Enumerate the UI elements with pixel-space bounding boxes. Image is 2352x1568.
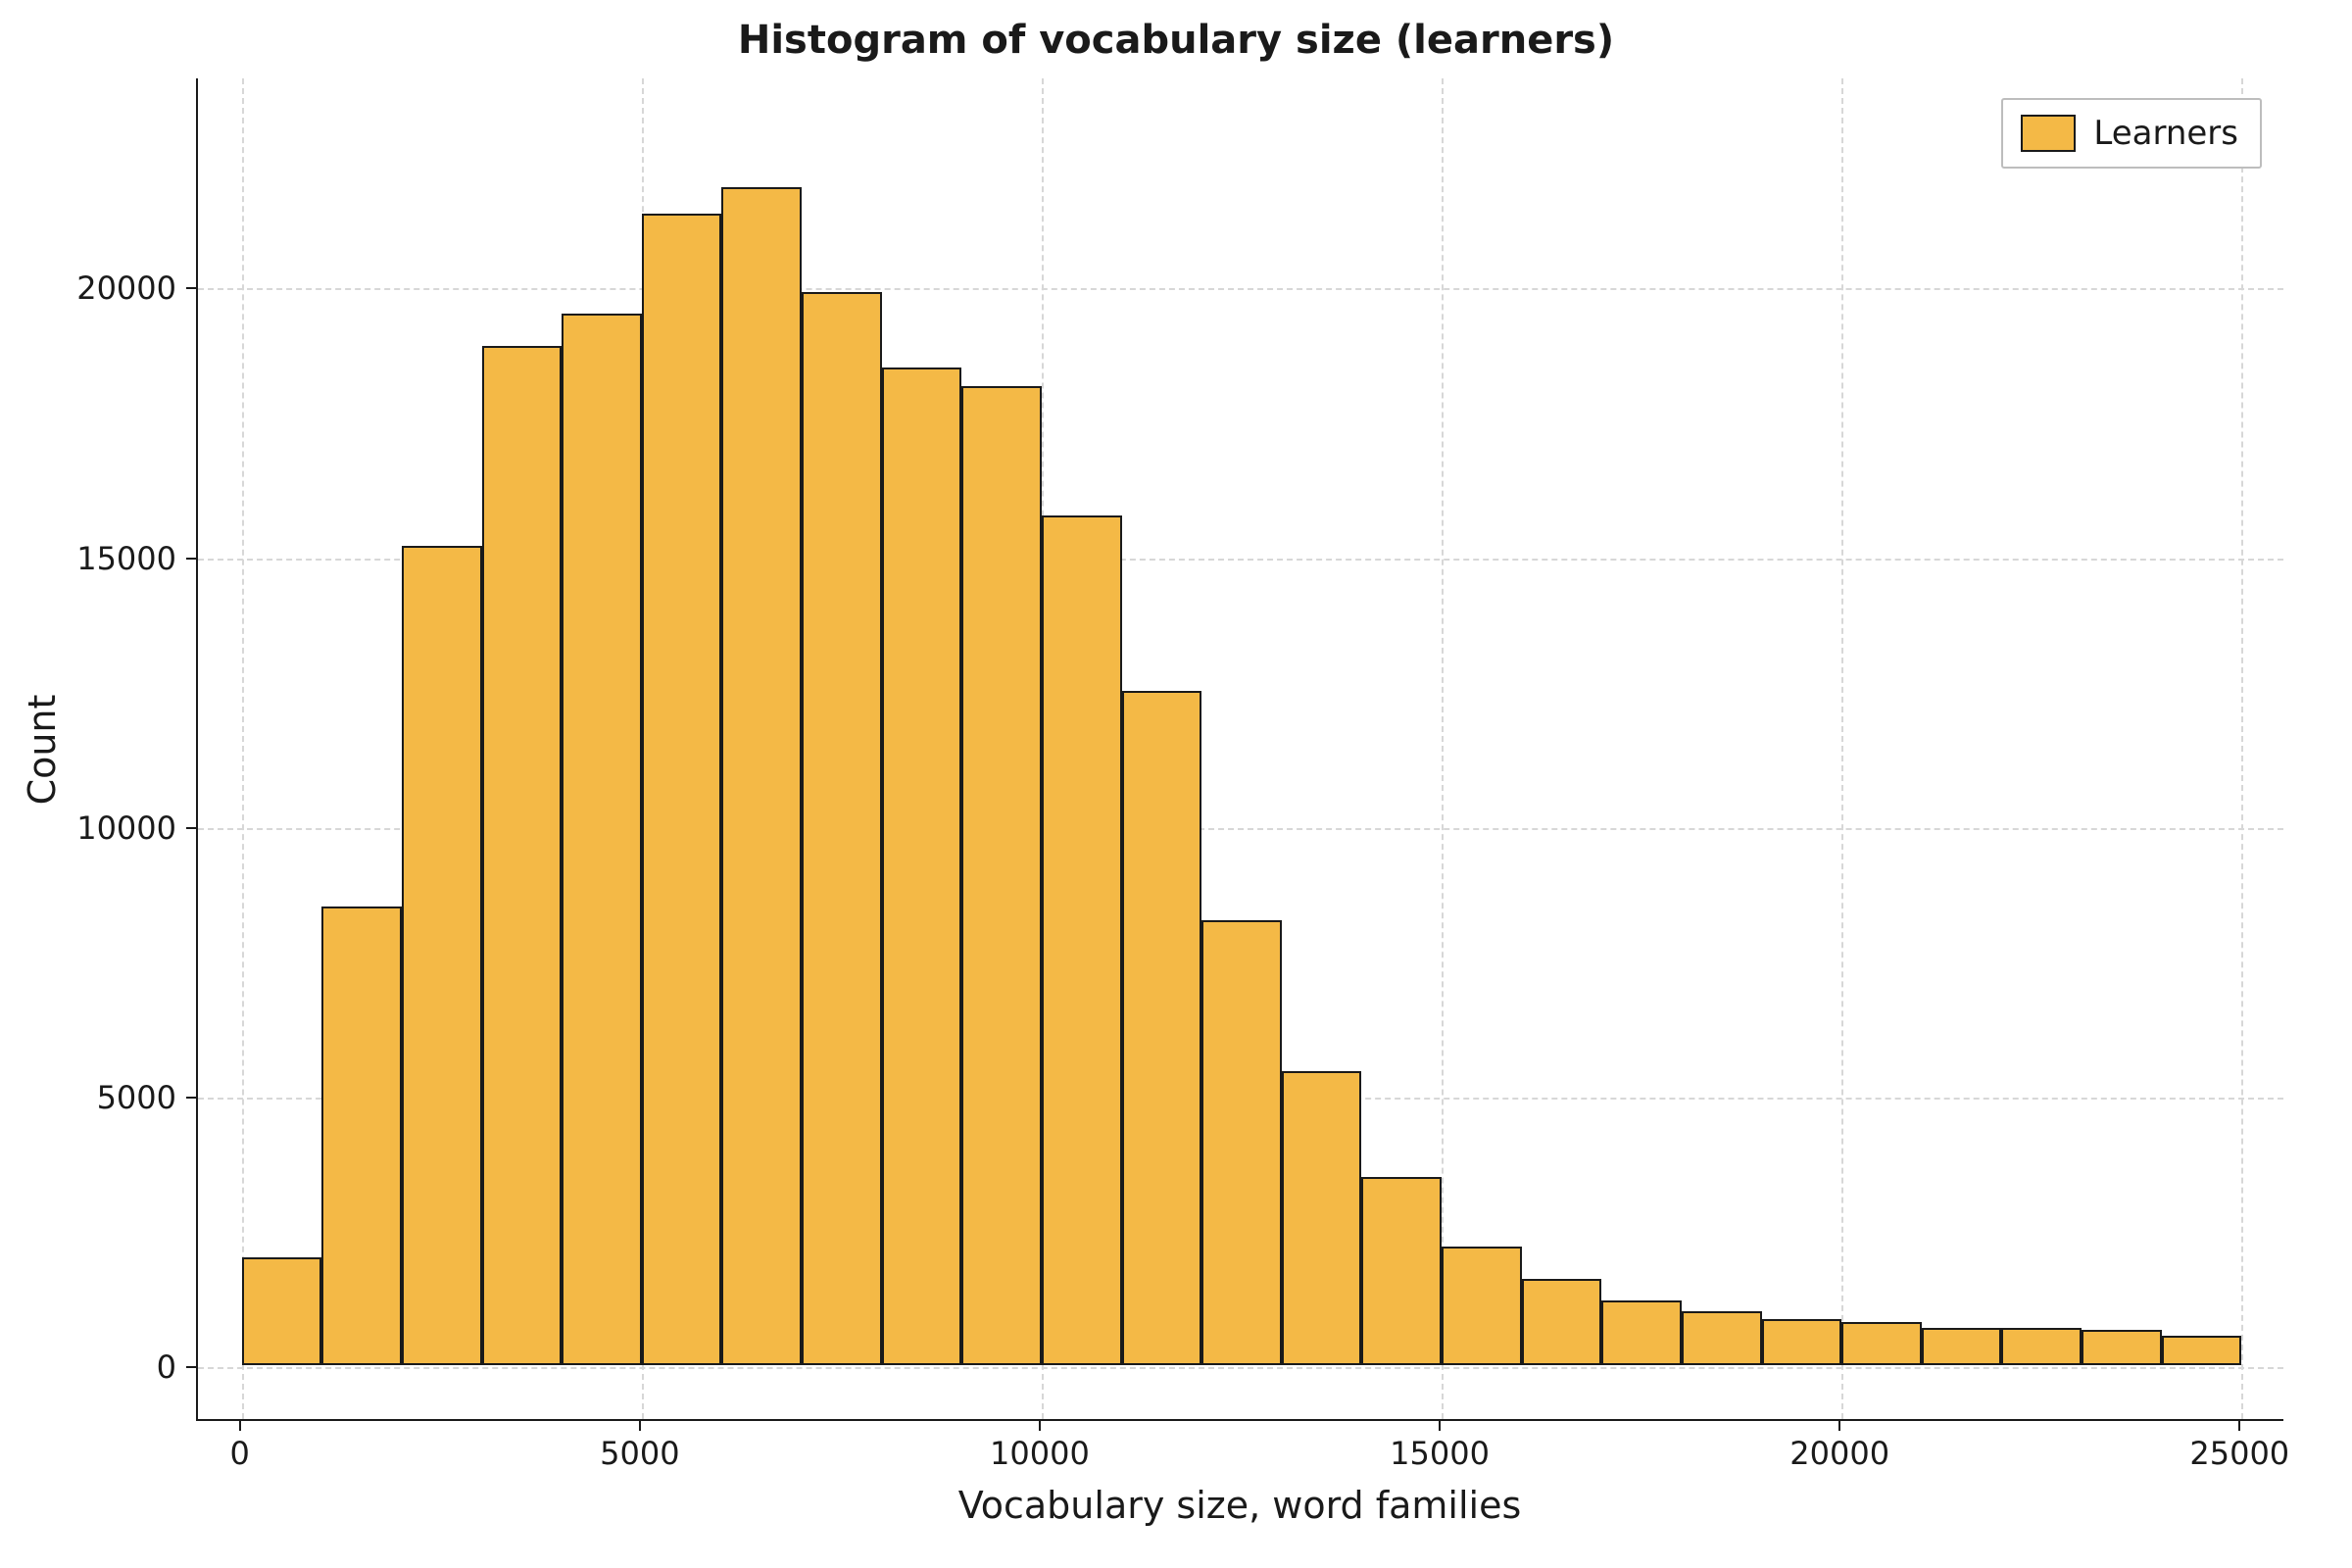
histogram-bar (2162, 1336, 2242, 1365)
histogram-bar (961, 386, 1042, 1365)
histogram-bar (1841, 1322, 1922, 1365)
chart-figure: Histogram of vocabulary size (learners) … (0, 0, 2352, 1568)
x-tick (1838, 1421, 1840, 1431)
y-tick-label: 15000 (69, 540, 176, 577)
histogram-bar (482, 346, 563, 1365)
histogram-bar (2001, 1328, 2082, 1366)
histogram-bar (242, 1257, 322, 1365)
histogram-bar (1042, 515, 1122, 1365)
histogram-bar (802, 292, 882, 1365)
gridline-v (1841, 78, 1843, 1419)
legend-swatch (2021, 115, 2076, 152)
gridline-h (198, 1367, 2283, 1369)
histogram-bar (1762, 1319, 1842, 1365)
histogram-bar (1361, 1177, 1442, 1366)
x-tick (1039, 1421, 1041, 1431)
x-tick (2238, 1421, 2240, 1431)
histogram-bar (321, 906, 402, 1365)
histogram-bar (1601, 1300, 1682, 1365)
histogram-bar (1442, 1247, 1522, 1365)
histogram-bar (2082, 1330, 2162, 1365)
legend-label: Learners (2093, 114, 2238, 153)
x-tick-label: 0 (230, 1435, 250, 1472)
histogram-bar (562, 314, 642, 1365)
histogram-bar (1682, 1311, 1762, 1365)
x-axis-label: Vocabulary size, word families (196, 1484, 2283, 1527)
histogram-bar (721, 187, 802, 1366)
gridline-v (242, 78, 244, 1419)
x-tick-label: 5000 (600, 1435, 679, 1472)
histogram-bar (1122, 691, 1202, 1365)
x-tick (1439, 1421, 1441, 1431)
x-tick-label: 15000 (1390, 1435, 1490, 1472)
histogram-bar (882, 368, 962, 1365)
histogram-bar (1201, 920, 1282, 1365)
plot-area: Learners (196, 78, 2283, 1421)
y-tick-label: 10000 (69, 809, 176, 847)
y-tick-label: 0 (69, 1348, 176, 1386)
y-tick (186, 558, 196, 560)
y-axis-label: Count (21, 695, 64, 806)
y-tick-label: 20000 (69, 270, 176, 307)
y-tick (186, 1366, 196, 1368)
y-tick-label: 5000 (69, 1079, 176, 1116)
chart-title: Histogram of vocabulary size (learners) (0, 18, 2352, 63)
histogram-bar (642, 214, 722, 1365)
gridline-v (2241, 78, 2243, 1419)
gridline-v (1442, 78, 1444, 1419)
y-tick (186, 287, 196, 289)
x-tick (639, 1421, 641, 1431)
gridline-h (198, 288, 2283, 290)
legend: Learners (2001, 98, 2262, 169)
histogram-bar (1522, 1279, 1602, 1365)
x-tick-label: 25000 (2189, 1435, 2289, 1472)
x-tick (239, 1421, 241, 1431)
histogram-bar (402, 546, 482, 1366)
histogram-bar (1282, 1071, 1362, 1365)
y-tick (186, 1097, 196, 1099)
x-tick-label: 20000 (1789, 1435, 1889, 1472)
y-tick (186, 827, 196, 829)
histogram-bar (1922, 1328, 2002, 1366)
x-tick-label: 10000 (990, 1435, 1090, 1472)
